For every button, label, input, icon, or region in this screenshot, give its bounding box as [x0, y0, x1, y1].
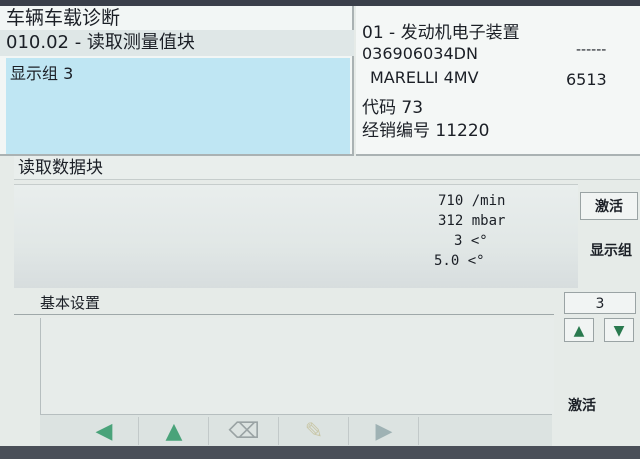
ecu-address: 01 - 发动机电子装置: [362, 23, 520, 43]
display-group-selector[interactable]: 显示组 3: [6, 58, 350, 154]
arrow-right-icon: ▶: [375, 418, 393, 444]
value-angle-1: 3 <°: [454, 233, 488, 249]
ecu-coding: 代码 73: [362, 98, 424, 118]
value-angle-2: 5.0 <°: [434, 253, 485, 269]
arrow-left-icon: ◀: [95, 418, 113, 444]
data-block-area: 710 /min 312 mbar 3 <° 5.0 <°: [14, 184, 578, 288]
group-down-button[interactable]: ▼: [604, 318, 634, 342]
data-block-title: 读取数据块: [14, 156, 640, 180]
arrow-down-icon: ▼: [613, 323, 625, 339]
nav-clear-button[interactable]: ⌫: [210, 417, 279, 445]
ecu-software-version: 6513: [566, 70, 607, 89]
display-group-button[interactable]: 显示组: [580, 238, 638, 284]
screen-bottom-bezel: [0, 446, 640, 459]
group-up-button[interactable]: ▲: [564, 318, 594, 342]
value-engine-speed: 710 /min: [438, 193, 506, 209]
display-group-label: 显示组 3: [10, 64, 74, 83]
arrow-up-icon: ▲: [573, 323, 585, 339]
arrow-up-icon: ▲: [165, 418, 183, 444]
marker-icon: ✎: [304, 418, 324, 444]
function-label: 010.02 - 读取测量值块: [0, 30, 354, 56]
basic-settings-area: [40, 318, 554, 414]
ecu-dealer-number: 经销编号 11220: [362, 121, 490, 141]
ecu-system-name: MARELLI 4MV: [370, 68, 479, 87]
ecu-dashes: ------: [576, 42, 607, 58]
nav-up-button[interactable]: ▲: [140, 417, 209, 445]
ecu-info-panel: 01 - 发动机电子装置 036906034DN ------ MARELLI …: [356, 6, 640, 156]
nav-back-button[interactable]: ◀: [70, 417, 139, 445]
app-title: 车辆车载诊断: [6, 7, 121, 29]
activate-button[interactable]: 激活: [580, 192, 638, 220]
group-number-field[interactable]: 3: [564, 292, 636, 314]
bottom-navigation: ◀ ▲ ⌫ ✎ ▶: [40, 414, 552, 446]
activate-basic-button[interactable]: 激活: [556, 394, 608, 418]
basic-settings-title: 基本设置: [40, 294, 101, 312]
eraser-icon: ⌫: [228, 418, 260, 444]
value-pressure: 312 mbar: [438, 213, 506, 229]
nav-help-button[interactable]: ✎: [280, 417, 349, 445]
ecu-part-number: 036906034DN: [362, 44, 478, 63]
nav-next-button[interactable]: ▶: [350, 417, 419, 445]
divider: [14, 314, 554, 315]
